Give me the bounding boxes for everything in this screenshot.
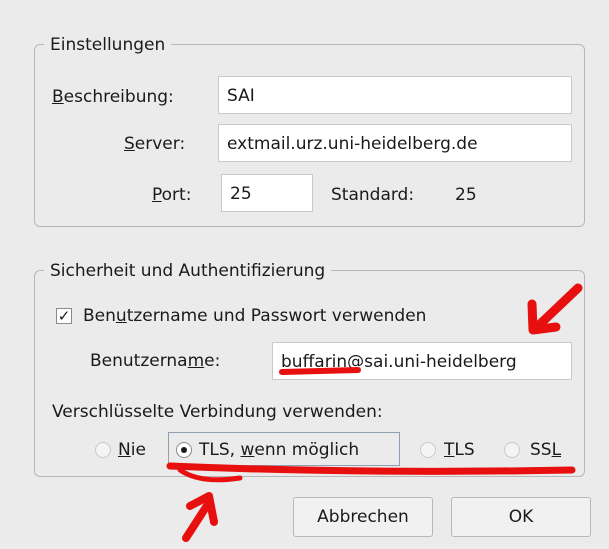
radio-tls-label[interactable]: TLS xyxy=(444,439,475,461)
port-default-value: 25 xyxy=(455,185,477,205)
encryption-label: Verschlüsselte Verbindung verwenden: xyxy=(52,402,383,422)
server-input[interactable]: extmail.urz.uni-heidelberg.de xyxy=(218,124,572,162)
use-credentials-label[interactable]: Benutzername und Passwort verwenden xyxy=(83,305,426,327)
annotation-arrow-bottom-head xyxy=(186,492,218,526)
server-label: Server: xyxy=(124,134,186,154)
use-credentials-checkbox[interactable]: ✓ xyxy=(56,308,72,324)
radio-ssl[interactable] xyxy=(504,442,520,458)
ok-button[interactable]: OK xyxy=(451,497,591,537)
username-label: Benutzername: xyxy=(90,351,221,371)
radio-tls[interactable] xyxy=(420,442,436,458)
username-input[interactable]: buffarin@sai.uni-heidelberg xyxy=(272,342,572,380)
security-legend: Sicherheit und Authentifizierung xyxy=(44,261,332,281)
cancel-button[interactable]: Abbrechen xyxy=(293,497,433,537)
description-input[interactable]: SAI xyxy=(218,76,572,114)
radio-ssl-label[interactable]: SSL xyxy=(530,439,561,461)
radio-tls-if-possible[interactable] xyxy=(176,442,192,458)
description-label: Beschreibung: xyxy=(52,87,174,107)
port-input[interactable]: 25 xyxy=(221,174,313,212)
radio-nie-label[interactable]: Nie xyxy=(118,439,146,461)
radio-tls-if-possible-label[interactable]: TLS, wenn möglich xyxy=(199,439,359,461)
annotation-arrow-bottom xyxy=(182,500,212,542)
port-default-label: Standard: xyxy=(331,185,415,205)
settings-legend: Einstellungen xyxy=(44,35,172,55)
port-label: Port: xyxy=(152,185,192,205)
radio-nie[interactable] xyxy=(95,442,111,458)
